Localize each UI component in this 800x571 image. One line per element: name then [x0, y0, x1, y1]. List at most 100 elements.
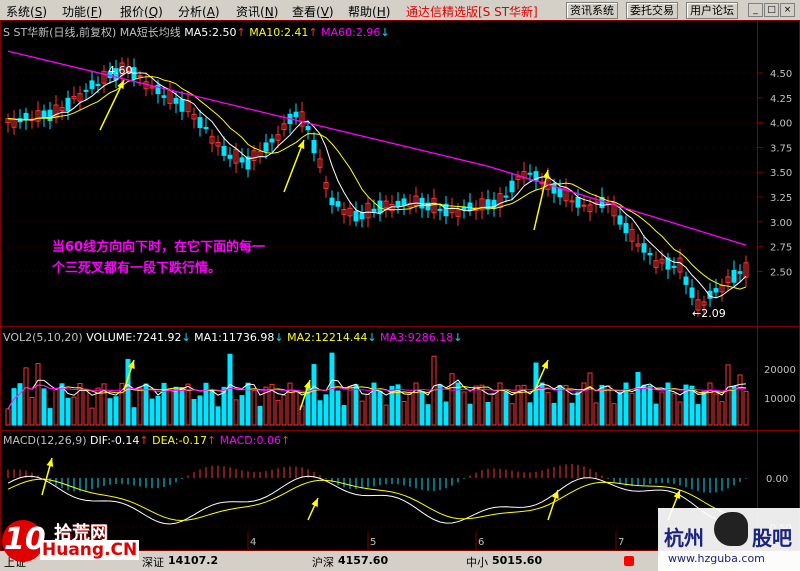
news-system-button[interactable]: 资讯系统	[566, 2, 618, 19]
volume-bar	[311, 364, 317, 426]
vol-ma1-line	[7, 379, 747, 410]
macd-value: MACD:0.06	[219, 434, 281, 447]
logo-right-name2: 股吧	[752, 526, 792, 550]
price-header: S ST华新(日线,前复权) MA短长均线 MA5:2.50↑ MA10:2.4…	[3, 26, 390, 39]
window-title: 通达信精选版[S ST华新]	[406, 5, 538, 19]
volume-bar	[545, 392, 551, 426]
candle-body	[575, 196, 581, 208]
watermark-logo-right: 杭州 股吧 www.hzguba.com	[658, 508, 800, 571]
maximize-icon[interactable]: □	[764, 3, 779, 17]
volume-bar	[707, 382, 713, 426]
minimize-icon[interactable]: _	[748, 3, 763, 17]
status-indicator-icon	[624, 556, 634, 566]
annotation-arrowhead	[542, 170, 550, 179]
ma60-value: MA60:2.96	[321, 26, 381, 39]
volume-bar	[131, 407, 137, 426]
candle-body	[311, 139, 317, 154]
volume-bar	[365, 393, 371, 426]
menu-view[interactable]: 查看(V)	[292, 3, 334, 20]
stock-name: S ST华新(日线,前复权)	[3, 26, 117, 39]
volume-bar	[191, 398, 197, 426]
shenzheng-value: 14107.2	[168, 554, 219, 567]
candle-body	[203, 126, 209, 130]
volume-bar	[587, 372, 593, 426]
volume-bar	[677, 401, 683, 426]
menu-function[interactable]: 功能(F)	[62, 3, 102, 20]
volume-bar	[167, 389, 173, 426]
volume-bar	[401, 401, 407, 426]
volume-bar	[35, 363, 41, 426]
candle-body	[269, 138, 275, 143]
volume-bar	[275, 399, 281, 426]
macd-indicator-name: MACD(12,26,9)	[3, 434, 87, 447]
menu-news[interactable]: 资讯(N)	[236, 3, 278, 20]
menu-help[interactable]: 帮助(H)	[348, 3, 390, 20]
volume-header: VOL2(5,10,20) VOLUME:7241.92↓ MA1:11736.…	[3, 331, 463, 344]
volume-bar	[41, 388, 47, 426]
kline-chart[interactable]: 4.50 4.25 4.00 3.75 3.50 3.25 3.00 2.75 2.50 2000…	[0, 20, 800, 551]
trade-button[interactable]: 委托交易	[626, 2, 678, 19]
candle-body	[371, 208, 377, 212]
close-icon[interactable]: ×	[780, 3, 795, 17]
volume-bar	[5, 408, 11, 426]
candle-body	[83, 89, 89, 92]
menu-system[interactable]: 系统(S)	[6, 3, 47, 20]
candle-body	[65, 97, 71, 112]
candle-body	[227, 154, 233, 159]
volume-bar	[59, 383, 65, 426]
menu-bar: 系统(S) 功能(F) 报价(Q) 分析(A) 资讯(N) 查看(V) 帮助(H…	[0, 0, 800, 21]
price-tick-label: 4.25	[770, 94, 792, 105]
volume-bar	[65, 397, 71, 426]
candle-body	[197, 117, 203, 128]
candle-body	[401, 198, 407, 206]
volume-bar	[47, 408, 53, 426]
candle-body	[263, 142, 269, 152]
volume-bar	[149, 398, 155, 426]
candle-body	[503, 195, 509, 198]
candle-body	[173, 97, 179, 104]
volume-bar	[173, 386, 179, 426]
date-tick-label: 4	[250, 537, 256, 548]
candle-body	[47, 109, 53, 122]
vol-ma2-value: MA2:12214.44	[287, 331, 368, 344]
volume-bar	[617, 391, 623, 426]
ma5-value: MA5:2.50	[184, 26, 237, 39]
volume-bar	[215, 406, 221, 426]
volume-bar	[503, 391, 509, 426]
price-tick-label: 3.75	[770, 143, 792, 154]
volume-tick-label: 20000	[764, 365, 796, 376]
volume-bar	[599, 384, 605, 426]
volume-bar	[653, 403, 659, 426]
panel-frame	[0, 20, 800, 551]
volume-bar	[17, 383, 23, 426]
volume-bar	[317, 400, 323, 426]
menu-quote[interactable]: 报价(Q)	[120, 3, 163, 20]
volume-bar	[23, 367, 29, 426]
volume-bar	[233, 399, 239, 426]
candle-body	[41, 110, 47, 118]
forum-button[interactable]: 用户论坛	[686, 2, 738, 19]
dif-line	[7, 475, 747, 525]
vol-ma3-value: MA3:9286.18	[380, 331, 454, 344]
annotation-line-1: 当60线方向向下时，在它下面的每一	[52, 240, 266, 255]
macd-tick-label: 0.00	[766, 474, 788, 485]
candle-body	[641, 243, 647, 253]
volume-bar	[281, 394, 287, 426]
candle-body	[689, 287, 695, 298]
candle-body	[23, 112, 29, 121]
volume-bar	[29, 396, 35, 426]
price-tick-label: 3.25	[770, 193, 792, 204]
candle-body	[581, 204, 587, 207]
volume-bar	[53, 387, 59, 426]
candle-body	[89, 80, 95, 89]
candle-body	[623, 223, 629, 234]
annotation-arrowhead	[673, 490, 681, 499]
shenzheng-label: 深证	[142, 556, 164, 569]
menu-analysis[interactable]: 分析(A)	[178, 3, 220, 20]
volume-bar	[695, 404, 701, 426]
volume-bar	[71, 396, 77, 426]
volume-bar	[377, 390, 383, 426]
volume-bar	[419, 391, 425, 426]
volume-bar	[251, 389, 257, 426]
candle-body	[161, 95, 167, 98]
